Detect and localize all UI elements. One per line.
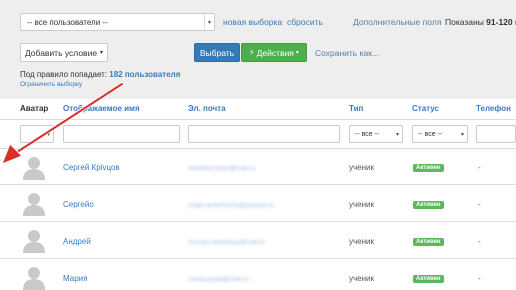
type-filter-select[interactable]: -- все -- ▾	[349, 125, 403, 143]
column-header-type[interactable]: Тип	[349, 104, 363, 113]
user-email[interactable]: sharetecruiser@mail.ru	[188, 165, 255, 172]
phone-filter-input[interactable]	[476, 125, 516, 143]
actions-button[interactable]: ⚡ Действия ▾	[241, 43, 307, 62]
status-badge: Активен	[413, 275, 444, 283]
row-divider	[0, 184, 516, 185]
save-as-link[interactable]: Сохранить как...	[315, 48, 379, 58]
extra-fields-link[interactable]: Дополнительные поля	[353, 17, 441, 27]
status-filter-select[interactable]: -- все -- ▾	[412, 125, 468, 143]
user-type: ученик	[349, 237, 375, 246]
user-name-link[interactable]: Сергей Крivцов	[63, 163, 120, 172]
user-phone: -	[478, 200, 481, 209]
caret-down-icon: ▾	[100, 50, 104, 56]
chevron-down-icon: ▾	[204, 14, 214, 30]
user-name-link[interactable]: Мария	[63, 274, 87, 283]
select-button[interactable]: Выбрать	[194, 43, 240, 62]
row-divider	[0, 258, 516, 259]
status-badge: Активен	[413, 238, 444, 246]
chevron-down-icon: ▾	[395, 131, 399, 138]
rule-summary: Под правило попадает: 182 пользователя	[20, 70, 180, 79]
avatar	[21, 227, 47, 253]
column-header-avatar: Аватар	[20, 104, 49, 113]
shown-suffix: из	[513, 17, 516, 27]
shown-range-text: Показаны 91-120 из	[445, 17, 516, 27]
limit-selection-link[interactable]: Ограничить выборку	[20, 81, 82, 88]
status-badge: Активен	[413, 201, 444, 209]
display-name-filter-input[interactable]	[63, 125, 180, 143]
filter-divider	[0, 148, 516, 149]
column-header-phone[interactable]: Телефон	[476, 104, 511, 113]
chevron-down-icon: ▾	[460, 131, 464, 138]
new-selection-link[interactable]: новая выборка	[223, 17, 282, 27]
rule-count: 182 пользователя	[109, 70, 181, 79]
select-label: Выбрать	[199, 47, 235, 58]
status-badge: Активен	[413, 164, 444, 172]
user-type: ученик	[349, 274, 375, 283]
avatar-filter-select[interactable]: ▾	[20, 125, 54, 143]
reset-link[interactable]: сбросить	[287, 17, 323, 27]
user-name-link[interactable]: Сергейо	[63, 200, 94, 209]
bolt-icon: ⚡	[249, 48, 255, 57]
avatar	[21, 154, 47, 180]
user-phone: -	[478, 274, 481, 283]
shown-range: 91-120	[486, 17, 513, 27]
column-header-email[interactable]: Эл. почта	[188, 104, 226, 113]
type-filter-value: -- все --	[355, 130, 380, 138]
avatar	[21, 264, 47, 290]
user-silhouette-icon	[23, 230, 45, 253]
user-filter-select[interactable]: -- все пользователи -- ▾	[20, 13, 215, 31]
user-type: ученик	[349, 200, 375, 209]
user-phone: -	[478, 163, 481, 172]
caret-down-icon: ▾	[295, 50, 299, 56]
user-email[interactable]: sugar-writerhome@yandex.ru	[188, 202, 274, 209]
user-name-link[interactable]: Андрей	[63, 237, 91, 246]
add-condition-button[interactable]: Добавить условие ▾	[20, 43, 108, 62]
add-condition-label: Добавить условие	[24, 47, 98, 58]
user-silhouette-icon	[23, 193, 45, 216]
user-filter-value: -- все пользователи --	[27, 17, 108, 27]
column-header-display-name[interactable]: Отображаемое имя	[63, 104, 140, 113]
user-email[interactable]: kroman-andruxaa@mail.ru	[188, 239, 265, 246]
user-silhouette-icon	[23, 157, 45, 180]
shown-prefix: Показаны	[445, 17, 487, 27]
avatar	[21, 190, 47, 216]
user-phone: -	[478, 237, 481, 246]
email-filter-input[interactable]	[188, 125, 340, 143]
rule-prefix: Под правило попадает:	[20, 70, 110, 79]
user-silhouette-icon	[23, 267, 45, 290]
status-filter-value: -- все --	[418, 130, 443, 138]
actions-label: Действия	[256, 47, 294, 58]
row-divider	[0, 221, 516, 222]
column-header-status[interactable]: Статус	[412, 104, 439, 113]
user-type: ученик	[349, 163, 375, 172]
chevron-down-icon: ▾	[46, 131, 50, 138]
header-divider	[0, 119, 516, 120]
user-email[interactable]: mariacasaw@mail.ru	[188, 276, 249, 283]
